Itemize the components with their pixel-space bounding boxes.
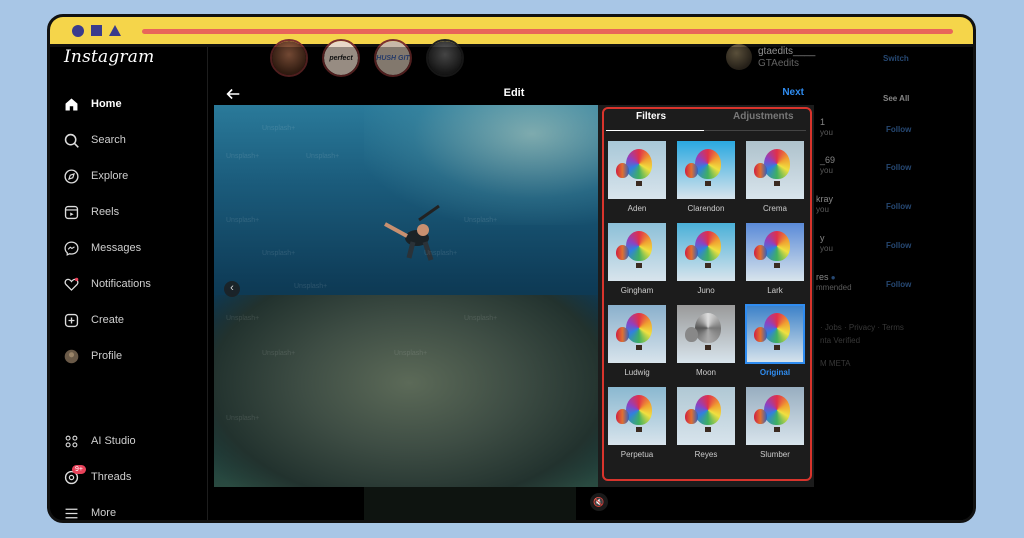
watermark-text: Unsplash+ [464, 217, 498, 224]
sidebar-item-search[interactable]: Search [62, 129, 126, 151]
window-titlebar [50, 17, 973, 47]
threads-icon: 9+ [62, 465, 86, 486]
watermark-text: Unsplash+ [464, 315, 498, 322]
heart-icon [62, 275, 80, 293]
sidebar-item-home[interactable]: Home [62, 93, 122, 115]
menu-icon [62, 504, 80, 520]
watermark-text: Unsplash+ [262, 250, 296, 257]
notification-badge: 9+ [72, 465, 86, 474]
plus-square-icon [62, 311, 80, 329]
sidebar-item-label: Search [91, 134, 126, 146]
sidebar-item-label: Reels [91, 206, 120, 218]
circle-icon [72, 25, 84, 37]
watermark-text: Unsplash+ [226, 415, 260, 422]
instagram-app: Instagram Home Search Explore Reels Mess… [50, 39, 973, 520]
browser-window: Instagram Home Search Explore Reels Mess… [47, 14, 976, 523]
watermark-text: Unsplash+ [294, 283, 328, 290]
watermark-text: Unsplash+ [306, 153, 340, 160]
sidebar-item-label: Explore [91, 170, 129, 182]
watermark-text: Unsplash+ [226, 153, 260, 160]
watermark-text: Unsplash+ [226, 315, 260, 322]
modal-title: Edit [503, 87, 525, 99]
modal-header: Edit Next [214, 83, 814, 105]
watermark-text: Unsplash+ [226, 217, 260, 224]
sidebar-item-explore[interactable]: Explore [62, 165, 128, 187]
photo-preview: Unsplash+ Unsplash+ Unsplash+ Unsplash+ … [214, 105, 598, 487]
avatar-icon [62, 347, 80, 365]
watermark-text: Unsplash+ [262, 125, 296, 132]
triangle-icon [109, 25, 121, 36]
sidebar-item-label: Profile [91, 350, 123, 362]
sidebar-item-ai-studio[interactable]: AI Studio [62, 430, 136, 452]
mute-icon[interactable]: 🔇 [590, 493, 608, 511]
sidebar-item-label: AI Studio [91, 435, 136, 447]
ai-studio-icon [62, 432, 80, 450]
sidebar-item-profile[interactable]: Profile [62, 345, 122, 367]
sidebar-item-label: More [91, 507, 117, 519]
sidebar-item-create[interactable]: Create [62, 309, 124, 331]
messenger-icon [62, 239, 80, 257]
compass-icon [62, 167, 80, 185]
watermark-text: Unsplash+ [394, 350, 428, 357]
title-line [142, 29, 953, 34]
watermark-text: Unsplash+ [424, 250, 458, 257]
sidebar-item-threads[interactable]: 9+ Threads [62, 465, 132, 488]
instagram-logo[interactable]: Instagram [64, 47, 154, 67]
sidebar-item-reels[interactable]: Reels [62, 201, 119, 223]
next-button[interactable]: Next [782, 87, 804, 98]
home-icon [62, 95, 80, 113]
diver-figure [384, 204, 440, 261]
edit-modal: Edit Next Unsplash+ Unsplash+ Unsplash+ … [214, 83, 814, 487]
sidebar-item-notifications[interactable]: Notifications [62, 273, 151, 295]
sidebar-item-more[interactable]: More [62, 502, 117, 520]
reels-icon [62, 203, 80, 221]
sidebar-item-messages[interactable]: Messages [62, 237, 141, 259]
sidebar-item-label: Create [91, 314, 125, 326]
sidebar-item-label: Notifications [91, 278, 151, 290]
search-icon [62, 131, 80, 149]
sidebar: Instagram Home Search Explore Reels Mess… [50, 47, 208, 520]
square-icon [91, 25, 102, 36]
video-strip [364, 487, 576, 520]
sidebar-item-label: Threads [91, 471, 132, 483]
highlight-border [602, 107, 812, 481]
sidebar-item-label: Messages [91, 242, 142, 254]
previous-photo-button[interactable]: ‹ [224, 281, 240, 297]
sidebar-item-label: Home [91, 98, 122, 110]
watermark-text: Unsplash+ [262, 350, 296, 357]
